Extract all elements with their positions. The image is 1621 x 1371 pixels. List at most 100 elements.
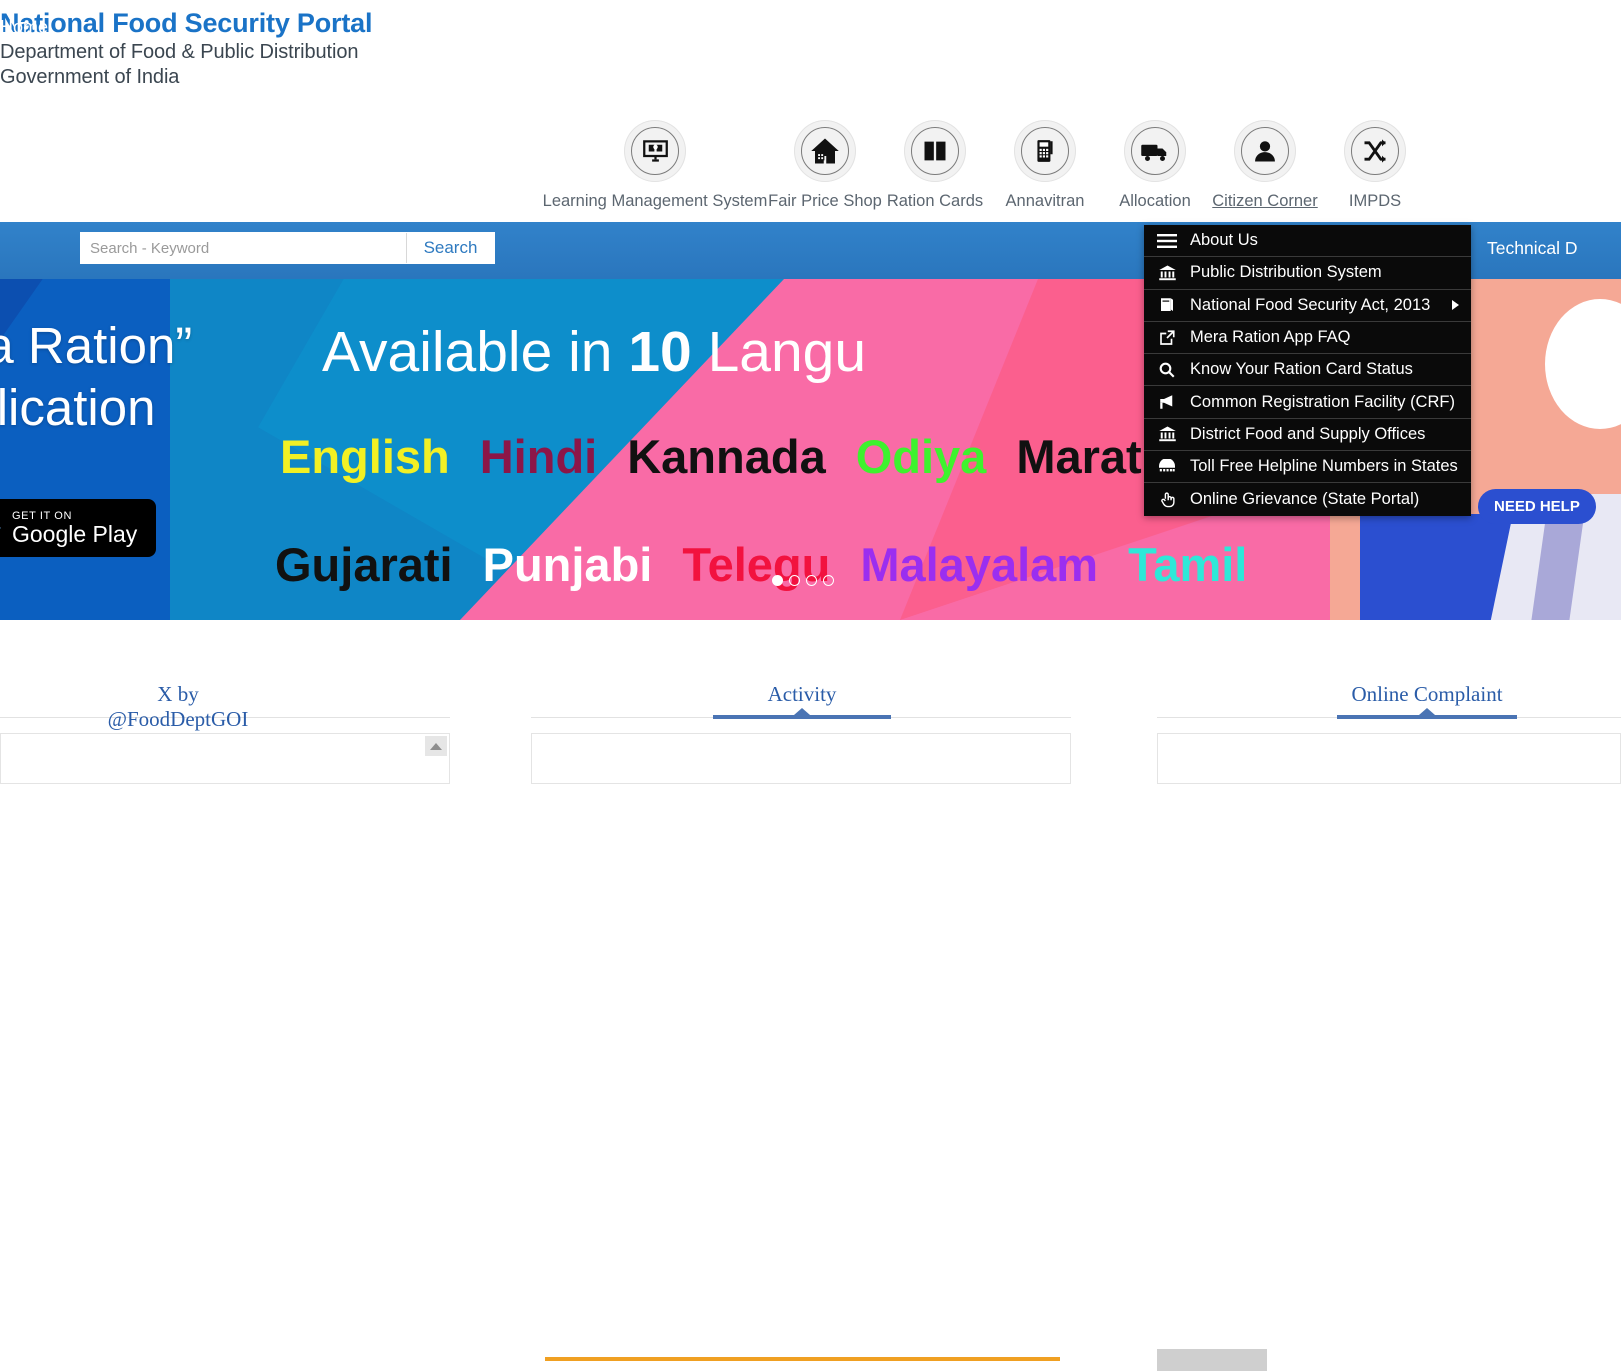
- tab-online-complaint[interactable]: Online Complaint: [1337, 620, 1517, 719]
- play-triangle-icon-2: [0, 511, 1, 545]
- language-chip: Marat: [1016, 430, 1142, 483]
- x-feed-panel: [0, 733, 450, 784]
- icon-nav-ration-cards[interactable]: Ration Cards: [880, 120, 990, 211]
- pos-machine-icon: [1021, 127, 1069, 175]
- icon-nav-impds[interactable]: IMPDS: [1320, 120, 1430, 211]
- icon-nav-label: Annavitran: [1005, 192, 1085, 210]
- search-input[interactable]: [81, 233, 406, 263]
- language-chip: Odiya: [855, 430, 987, 483]
- bank-icon: [1144, 264, 1190, 282]
- carousel-dots: [772, 575, 834, 586]
- google-play-small-text: GET IT ON: [12, 509, 73, 522]
- tab-active-underline: [713, 715, 891, 719]
- brand-block: National Food Security Portal Department…: [0, 6, 372, 90]
- icon-nav-label: Ration Cards: [886, 192, 984, 210]
- google-play-badge[interactable]: GET IT ON Google Play: [0, 499, 156, 557]
- banner-headline-line2: pplication: [0, 379, 156, 436]
- nav-item-home[interactable]: Home: [0, 17, 48, 38]
- menu-item-label: About Us: [1190, 231, 1258, 250]
- menu-item-label: Online Grievance (State Portal): [1190, 490, 1420, 509]
- language-chip: English: [280, 430, 450, 483]
- icon-circle: [1014, 120, 1076, 182]
- tab-activity[interactable]: Activity: [713, 620, 891, 719]
- menu-item-online-grievance[interactable]: Online Grievance (State Portal): [1144, 483, 1471, 515]
- language-chip: Tamil: [1128, 538, 1248, 591]
- menu-item-label: Mera Ration App FAQ: [1190, 328, 1351, 347]
- home-icon: [801, 127, 849, 175]
- menu-item-know-your-ration-card-status[interactable]: Know Your Ration Card Status: [1144, 354, 1471, 387]
- language-chip: Gujarati: [275, 538, 453, 591]
- site-header: National Food Security Portal Department…: [0, 0, 1621, 222]
- hamburger-icon: [1144, 233, 1190, 249]
- menu-item-label: Public Distribution System: [1190, 263, 1382, 282]
- menu-item-label: National Food Security Act, 2013: [1190, 295, 1431, 314]
- icon-circle: [624, 120, 686, 182]
- megaphone-icon: [1144, 393, 1190, 411]
- menu-item-public-distribution-system[interactable]: Public Distribution System: [1144, 257, 1471, 290]
- menu-item-mera-ration-app-faq[interactable]: Mera Ration App FAQ: [1144, 322, 1471, 355]
- search-icon: [1144, 361, 1190, 379]
- icon-circle: [1124, 120, 1186, 182]
- citizen-corner-dropdown: About Us Public Distribution System Nati…: [1144, 225, 1471, 516]
- carousel-dot[interactable]: [789, 575, 800, 586]
- available-count: 10: [628, 320, 692, 384]
- monitor-book-icon: [631, 127, 679, 175]
- telephone-icon: [1144, 458, 1190, 475]
- search-container: Search: [80, 232, 495, 264]
- menu-item-label: Know Your Ration Card Status: [1190, 360, 1413, 379]
- icon-circle: [1234, 120, 1296, 182]
- icon-nav-learning-management-system[interactable]: Learning Management System: [540, 120, 770, 211]
- search-button[interactable]: Search: [406, 233, 494, 263]
- carousel-dot[interactable]: [772, 575, 783, 586]
- google-play-label: Google Play: [12, 520, 138, 547]
- department-line: Department of Food & Public Distribution: [0, 41, 359, 63]
- menu-item-about-us[interactable]: About Us: [1144, 225, 1471, 258]
- need-help-button[interactable]: NEED HELP: [1478, 489, 1596, 524]
- language-chip: Punjabi: [482, 538, 653, 591]
- icon-circle: [1344, 120, 1406, 182]
- menu-item-toll-free-helpline-numbers[interactable]: Toll Free Helpline Numbers in States: [1144, 451, 1471, 484]
- menu-item-label: Common Registration Facility (CRF): [1190, 392, 1455, 411]
- tab-x-by-fooddeptgoi[interactable]: X by @FoodDeptGOI: [88, 620, 268, 744]
- person-icon: [1241, 127, 1289, 175]
- icon-nav-fair-price-shop[interactable]: Fair Price Shop: [768, 120, 882, 211]
- banner-headline: era Ration” pplication: [0, 315, 192, 439]
- icon-nav-label: Citizen Corner: [1212, 192, 1318, 210]
- complaint-panel: [1157, 733, 1621, 784]
- icon-circle: [904, 120, 966, 182]
- menu-item-label: Toll Free Helpline Numbers in States: [1190, 457, 1458, 476]
- external-link-icon: [1144, 329, 1190, 347]
- menu-item-national-food-security-act[interactable]: National Food Security Act, 2013: [1144, 290, 1471, 322]
- icon-circle: [794, 120, 856, 182]
- hand-click-icon: [1144, 490, 1190, 509]
- scroll-up-button[interactable]: [425, 736, 447, 756]
- complaint-placeholder-block: [1157, 1349, 1267, 1371]
- page-title: National Food Security Portal: [0, 8, 373, 38]
- icon-nav-label: Fair Price Shop: [768, 192, 882, 210]
- tab-label: X by @FoodDeptGOI: [107, 682, 249, 731]
- language-chip: Hindi: [479, 430, 598, 483]
- carousel-dot[interactable]: [806, 575, 817, 586]
- menu-item-label: District Food and Supply Offices: [1190, 424, 1426, 443]
- carousel-dot[interactable]: [823, 575, 834, 586]
- icon-nav-citizen-corner[interactable]: Citizen Corner: [1210, 120, 1320, 211]
- menu-item-district-food-and-supply-offices[interactable]: District Food and Supply Offices: [1144, 419, 1471, 452]
- banner-headline-line1: era Ration”: [0, 317, 193, 374]
- shuffle-icon: [1351, 127, 1399, 175]
- bank-icon: [1144, 425, 1190, 443]
- nav-item-technical[interactable]: Technical D: [1487, 238, 1577, 259]
- menu-item-common-registration-facility[interactable]: Common Registration Facility (CRF): [1144, 386, 1471, 419]
- language-chip: Kannada: [627, 430, 826, 483]
- language-chip: Malayalam: [860, 538, 1099, 591]
- icon-nav-label: IMPDS: [1348, 192, 1402, 210]
- language-row-1: English Hindi Kannada Odiya Marat: [280, 429, 1172, 484]
- truck-icon: [1131, 127, 1179, 175]
- icon-nav-annavitran[interactable]: Annavitran: [990, 120, 1100, 211]
- available-prefix: Available in: [322, 320, 629, 384]
- bottom-tabs-area: X by @FoodDeptGOI Activity Online Compla…: [0, 620, 1621, 1371]
- activity-panel: [531, 733, 1071, 784]
- caret-up-icon: [430, 742, 442, 750]
- icon-nav-label: Learning Management System: [542, 192, 768, 210]
- open-book-icon: [911, 127, 959, 175]
- icon-nav-allocation[interactable]: Allocation: [1100, 120, 1210, 211]
